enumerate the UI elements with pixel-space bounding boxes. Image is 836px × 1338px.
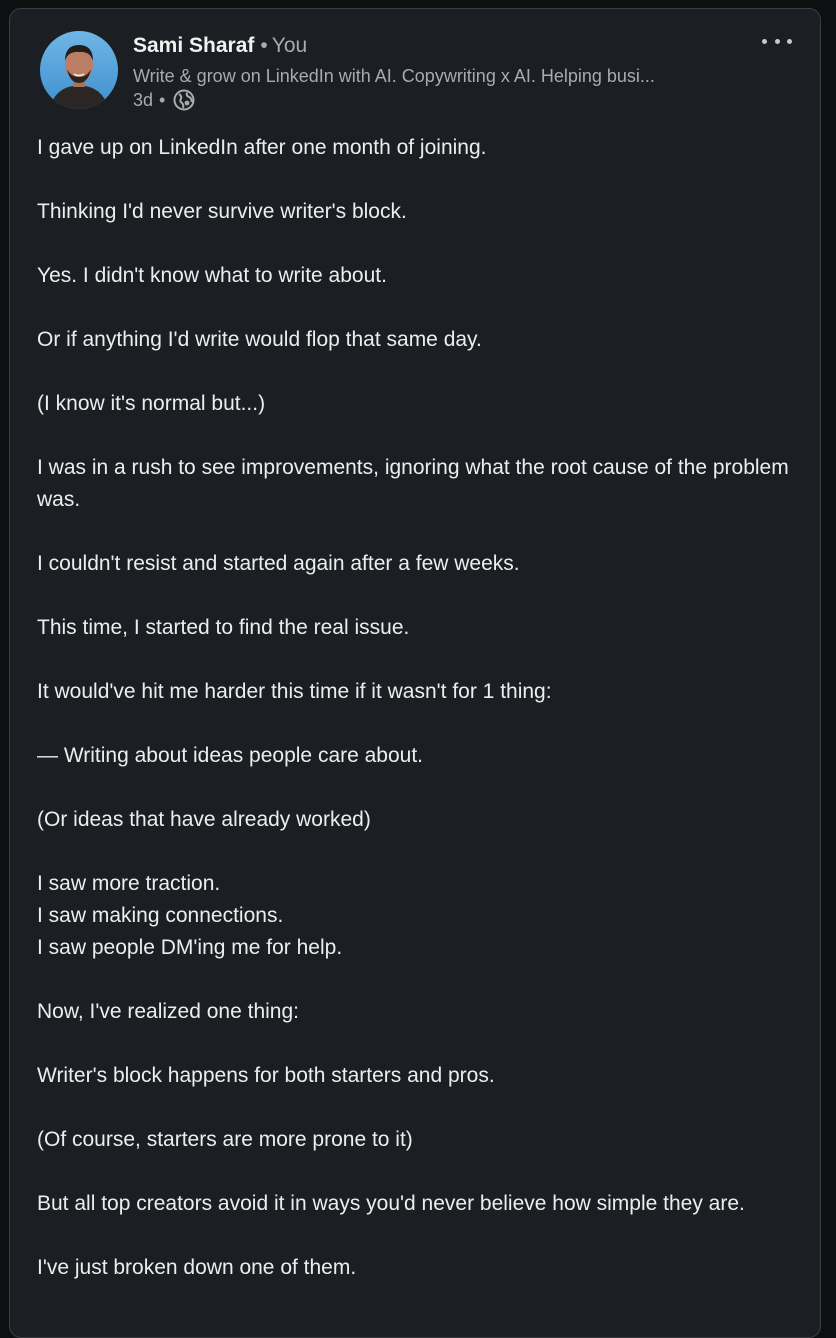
more-options-button[interactable] xyxy=(762,31,792,51)
post-line: I couldn't resist and started again afte… xyxy=(37,552,520,575)
post-time[interactable]: 3d xyxy=(133,90,153,111)
post-line: But all top creators avoid it in ways yo… xyxy=(37,1192,745,1215)
post-line: (I know it's normal but...) xyxy=(37,392,266,415)
post-paragraph: (Or ideas that have already worked) xyxy=(37,804,797,836)
ellipsis-icon xyxy=(762,38,767,44)
post-paragraph: (I know it's normal but...) xyxy=(37,388,797,420)
post-line: I gave up on LinkedIn after one month of… xyxy=(37,136,487,159)
post-line: Thinking I'd never survive writer's bloc… xyxy=(37,200,407,223)
post-paragraph: I gave up on LinkedIn after one month of… xyxy=(37,132,797,164)
post-body: I gave up on LinkedIn after one month of… xyxy=(37,132,797,1316)
post-line: Writer's block happens for both starters… xyxy=(37,1064,495,1087)
post-paragraph: I've just broken down one of them. xyxy=(37,1252,797,1284)
author-relation: You xyxy=(271,34,308,57)
post-line: I've just broken down one of them. xyxy=(37,1256,357,1279)
post-paragraph: (Of course, starters are more prone to i… xyxy=(37,1124,797,1156)
separator-dot: • xyxy=(260,34,268,57)
post-paragraph: Yes. I didn't know what to write about. xyxy=(37,260,797,292)
author-name-row: Sami Sharaf • You xyxy=(133,34,307,58)
post-paragraph: Or if anything I'd write would flop that… xyxy=(37,324,797,356)
post-line: Yes. I didn't know what to write about. xyxy=(37,264,387,287)
post-paragraph: — Writing about ideas people care about. xyxy=(37,740,797,772)
post-meta: 3d • xyxy=(133,89,195,111)
globe-icon xyxy=(173,89,195,111)
separator-dot: • xyxy=(159,89,166,110)
post-paragraph: I was in a rush to see improvements, ign… xyxy=(37,452,797,516)
post-paragraph: Thinking I'd never survive writer's bloc… xyxy=(37,196,797,228)
post-line: (Of course, starters are more prone to i… xyxy=(37,1128,413,1151)
author-avatar[interactable] xyxy=(40,31,118,109)
post-paragraph: Writer's block happens for both starters… xyxy=(37,1060,797,1092)
post-paragraph: It would've hit me harder this time if i… xyxy=(37,676,797,708)
post-line: (Or ideas that have already worked) xyxy=(37,808,371,831)
post-paragraph: Now, I've realized one thing: xyxy=(37,996,797,1028)
post-line: I saw making connections. xyxy=(37,904,284,927)
post-line: It would've hit me harder this time if i… xyxy=(37,680,552,703)
post-paragraph: I saw more traction. I saw making connect… xyxy=(37,868,797,964)
author-name[interactable]: Sami Sharaf xyxy=(133,34,254,57)
author-headline: Write & grow on LinkedIn with AI. Copywr… xyxy=(133,66,655,86)
post-card: Sami Sharaf • You Write & grow on LinkedIn… xyxy=(9,8,821,1338)
post-paragraph: I couldn't resist and started again afte… xyxy=(37,548,797,580)
post-line: I saw people DM'ing me for help. xyxy=(37,936,343,959)
post-line: Now, I've realized one thing: xyxy=(37,1000,299,1023)
post-paragraph: But all top creators avoid it in ways yo… xyxy=(37,1188,797,1220)
post-line: Or if anything I'd write would flop that… xyxy=(37,328,482,351)
post-line: I saw more traction. xyxy=(37,872,221,895)
post-line: — Writing about ideas people care about. xyxy=(37,744,424,767)
post-line: This time, I started to find the real is… xyxy=(37,616,410,639)
post-line: I was in a rush to see improvements, ign… xyxy=(37,456,789,511)
post-paragraph: This time, I started to find the real is… xyxy=(37,612,797,644)
